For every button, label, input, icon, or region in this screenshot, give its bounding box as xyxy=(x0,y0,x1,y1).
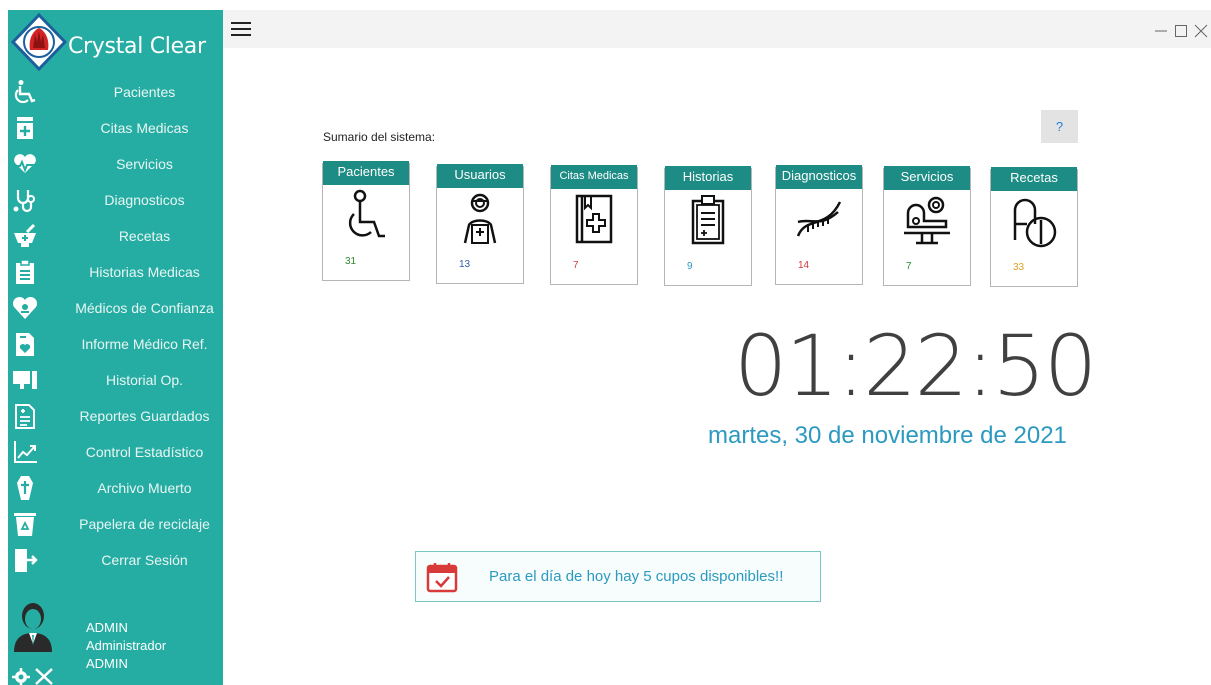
sidebar-item-label: Papelera de reciclaje xyxy=(79,516,210,532)
card-title: Recetas xyxy=(991,167,1077,191)
sidebar-item-label: Recetas xyxy=(118,228,171,244)
card-title: Pacientes xyxy=(323,161,409,185)
sidebar-item-label: Cerrar Sesión xyxy=(101,552,188,568)
medical-report-icon xyxy=(16,333,34,356)
sidebar-item-reportes-guardados[interactable]: Reportes Guardados xyxy=(8,398,223,434)
sidebar-item-servicios[interactable]: Servicios xyxy=(8,146,223,182)
clipboard-icon xyxy=(691,195,725,245)
summary-card-pacientes[interactable]: Pacientes 31 xyxy=(322,161,410,281)
sidebar-item-label: Citas Medicas xyxy=(100,120,189,136)
monitor-icon xyxy=(13,371,37,389)
sidebar-item-label: Médicos de Confianza xyxy=(75,300,214,316)
brand: Crystal Clear xyxy=(8,10,223,74)
close-icon[interactable] xyxy=(1193,23,1209,39)
surgery-icon xyxy=(904,196,950,245)
sidebar-item-control-estadistico[interactable]: Control Estadístico xyxy=(8,434,223,470)
summary-card-citas-medicas[interactable]: Citas Medicas 7 xyxy=(550,165,638,285)
sidebar-item-citas-medicas[interactable]: Citas Medicas xyxy=(8,110,223,146)
summary-title: Sumario del sistema: xyxy=(323,130,436,144)
card-title: Servicios xyxy=(884,166,970,190)
sidebar-item-label: Diagnosticos xyxy=(104,192,185,208)
hamburger-menu-icon[interactable] xyxy=(231,22,251,36)
chart-line-icon xyxy=(14,441,37,463)
sidebar-item-label: Servicios xyxy=(116,156,173,172)
nurse-icon xyxy=(463,193,497,244)
user-role: Administrador xyxy=(86,638,167,653)
card-title: Historias xyxy=(665,166,751,190)
sidebar-item-historial-op[interactable]: Historial Op. xyxy=(8,362,223,398)
calendar-check-icon xyxy=(426,563,458,593)
card-count: 13 xyxy=(459,259,471,270)
dna-icon xyxy=(796,201,842,237)
sidebar-item-recetas[interactable]: Recetas xyxy=(8,218,223,254)
medical-book-icon xyxy=(575,194,613,244)
sidebar-item-archivo-muerto[interactable]: Archivo Muerto xyxy=(8,470,223,506)
sidebar-item-informe-medico[interactable]: Informe Médico Ref. xyxy=(8,326,223,362)
sidebar-item-label: Control Estadístico xyxy=(85,444,204,460)
card-title: Diagnosticos xyxy=(776,165,862,189)
stethoscope-icon xyxy=(13,190,35,213)
sidebar-item-label: Archivo Muerto xyxy=(97,480,192,496)
help-button[interactable]: ? xyxy=(1041,110,1078,143)
sidebar-item-label: Pacientes xyxy=(113,84,176,100)
card-title: Citas Medicas xyxy=(551,165,637,189)
heart-hand-icon xyxy=(14,154,36,173)
availability-notice: Para el día de hoy hay 5 cupos disponibl… xyxy=(415,551,821,602)
settings-tools-icon[interactable] xyxy=(12,666,56,685)
coffin-icon xyxy=(17,476,33,500)
recycle-bin-icon xyxy=(14,513,36,536)
wheelchair-icon xyxy=(348,189,385,238)
minimize-icon[interactable] xyxy=(1153,23,1169,39)
summary-card-historias[interactable]: Historias 9 xyxy=(664,166,752,286)
card-count: 7 xyxy=(906,261,912,272)
heart-pin-icon xyxy=(12,296,38,319)
window-controls xyxy=(1153,23,1209,41)
card-count: 14 xyxy=(798,260,810,271)
wheelchair-icon xyxy=(14,80,36,104)
summary-card-servicios[interactable]: Servicios 7 xyxy=(883,166,971,286)
saved-report-icon xyxy=(15,404,35,429)
app-title: Crystal Clear xyxy=(68,34,206,59)
app-logo-icon xyxy=(10,12,68,72)
card-title: Usuarios xyxy=(437,164,523,188)
card-count: 31 xyxy=(345,256,357,267)
sidebar-item-label: Informe Médico Ref. xyxy=(81,336,208,352)
clipboard-icon xyxy=(16,259,34,284)
summary-card-diagnosticos[interactable]: Diagnosticos 14 xyxy=(775,165,863,285)
sidebar-item-diagnosticos[interactable]: Diagnosticos xyxy=(8,182,223,218)
card-count: 9 xyxy=(687,261,693,272)
notice-text: Para el día de hoy hay 5 cupos disponibl… xyxy=(489,568,784,585)
maximize-icon[interactable] xyxy=(1173,23,1189,39)
sidebar-item-medicos-confianza[interactable]: Médicos de Confianza xyxy=(8,290,223,326)
user-avatar-icon xyxy=(14,603,52,652)
sidebar-item-historias-medicas[interactable]: Historias Medicas xyxy=(8,254,223,290)
mortar-pestle-icon xyxy=(14,223,36,247)
calendar-plus-icon xyxy=(17,117,33,139)
sidebar-item-label: Historias Medicas xyxy=(89,264,200,280)
summary-card-usuarios[interactable]: Usuarios 13 xyxy=(436,164,524,284)
clock-time: 01:22:50 xyxy=(734,317,1097,415)
summary-card-recetas[interactable]: Recetas 33 xyxy=(990,167,1078,287)
card-count: 33 xyxy=(1013,262,1025,273)
sidebar-item-label: Historial Op. xyxy=(105,372,184,388)
sidebar-item-papelera[interactable]: Papelera de reciclaje xyxy=(8,506,223,542)
sidebar-item-cerrar-sesion[interactable]: Cerrar Sesión xyxy=(8,542,223,578)
sidebar: Crystal Clear Pacientes Citas Medicas Se… xyxy=(8,10,223,685)
sidebar-item-pacientes[interactable]: Pacientes xyxy=(8,74,223,110)
user-username: ADMIN xyxy=(86,656,128,671)
user-name: ADMIN xyxy=(86,620,128,635)
card-count: 7 xyxy=(573,260,579,271)
logout-icon xyxy=(15,549,38,572)
top-bar xyxy=(223,10,1211,48)
sidebar-item-label: Reportes Guardados xyxy=(79,408,210,424)
clock-date: martes, 30 de noviembre de 2021 xyxy=(708,422,1067,449)
pill-icon xyxy=(1013,198,1057,248)
